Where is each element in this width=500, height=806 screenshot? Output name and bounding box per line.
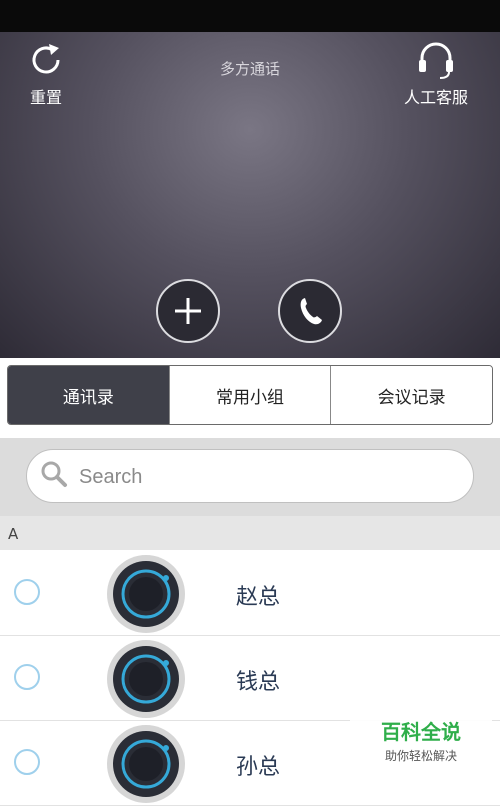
add-participant-button[interactable] [156,279,220,343]
tab-contacts[interactable]: 通讯录 [8,366,169,424]
select-radio[interactable] [14,749,40,775]
contact-row[interactable]: 赵总 [0,551,500,636]
status-bar [0,0,500,32]
contact-name: 孙总 [236,755,281,780]
select-radio[interactable] [14,664,40,690]
call-button[interactable] [278,279,342,343]
reset-label: 重置 [29,88,62,107]
page-title: 多方通话 [219,60,280,78]
tab-groups[interactable]: 常用小组 [168,366,331,424]
watermark-subtitle: 助你轻松解决 [384,749,457,763]
watermark-title: 百科全说 [381,720,461,744]
plus-icon [175,298,201,324]
avatar [107,640,185,718]
contact-row[interactable]: 钱总 [0,636,500,721]
tab-bar: 通讯录 常用小组 会议记录 [7,365,493,425]
search-input[interactable] [77,460,461,494]
customer-service-button[interactable]: 人工客服 [396,40,476,108]
service-label: 人工客服 [403,88,468,107]
contact-name: 钱总 [236,670,281,695]
avatar [107,555,185,633]
refresh-icon [32,44,60,74]
avatar [107,725,185,803]
watermark: 百科全说 助你轻松解决 [350,712,492,782]
search-icon [41,461,67,487]
select-radio[interactable] [14,579,40,605]
phone-icon [300,298,322,325]
headset-icon [419,42,453,79]
search-box[interactable] [26,449,474,503]
tab-meeting-records[interactable]: 会议记录 [330,366,492,424]
reset-button[interactable]: 重置 [18,40,74,108]
contact-name: 赵总 [236,585,281,610]
section-header: A [0,516,500,550]
